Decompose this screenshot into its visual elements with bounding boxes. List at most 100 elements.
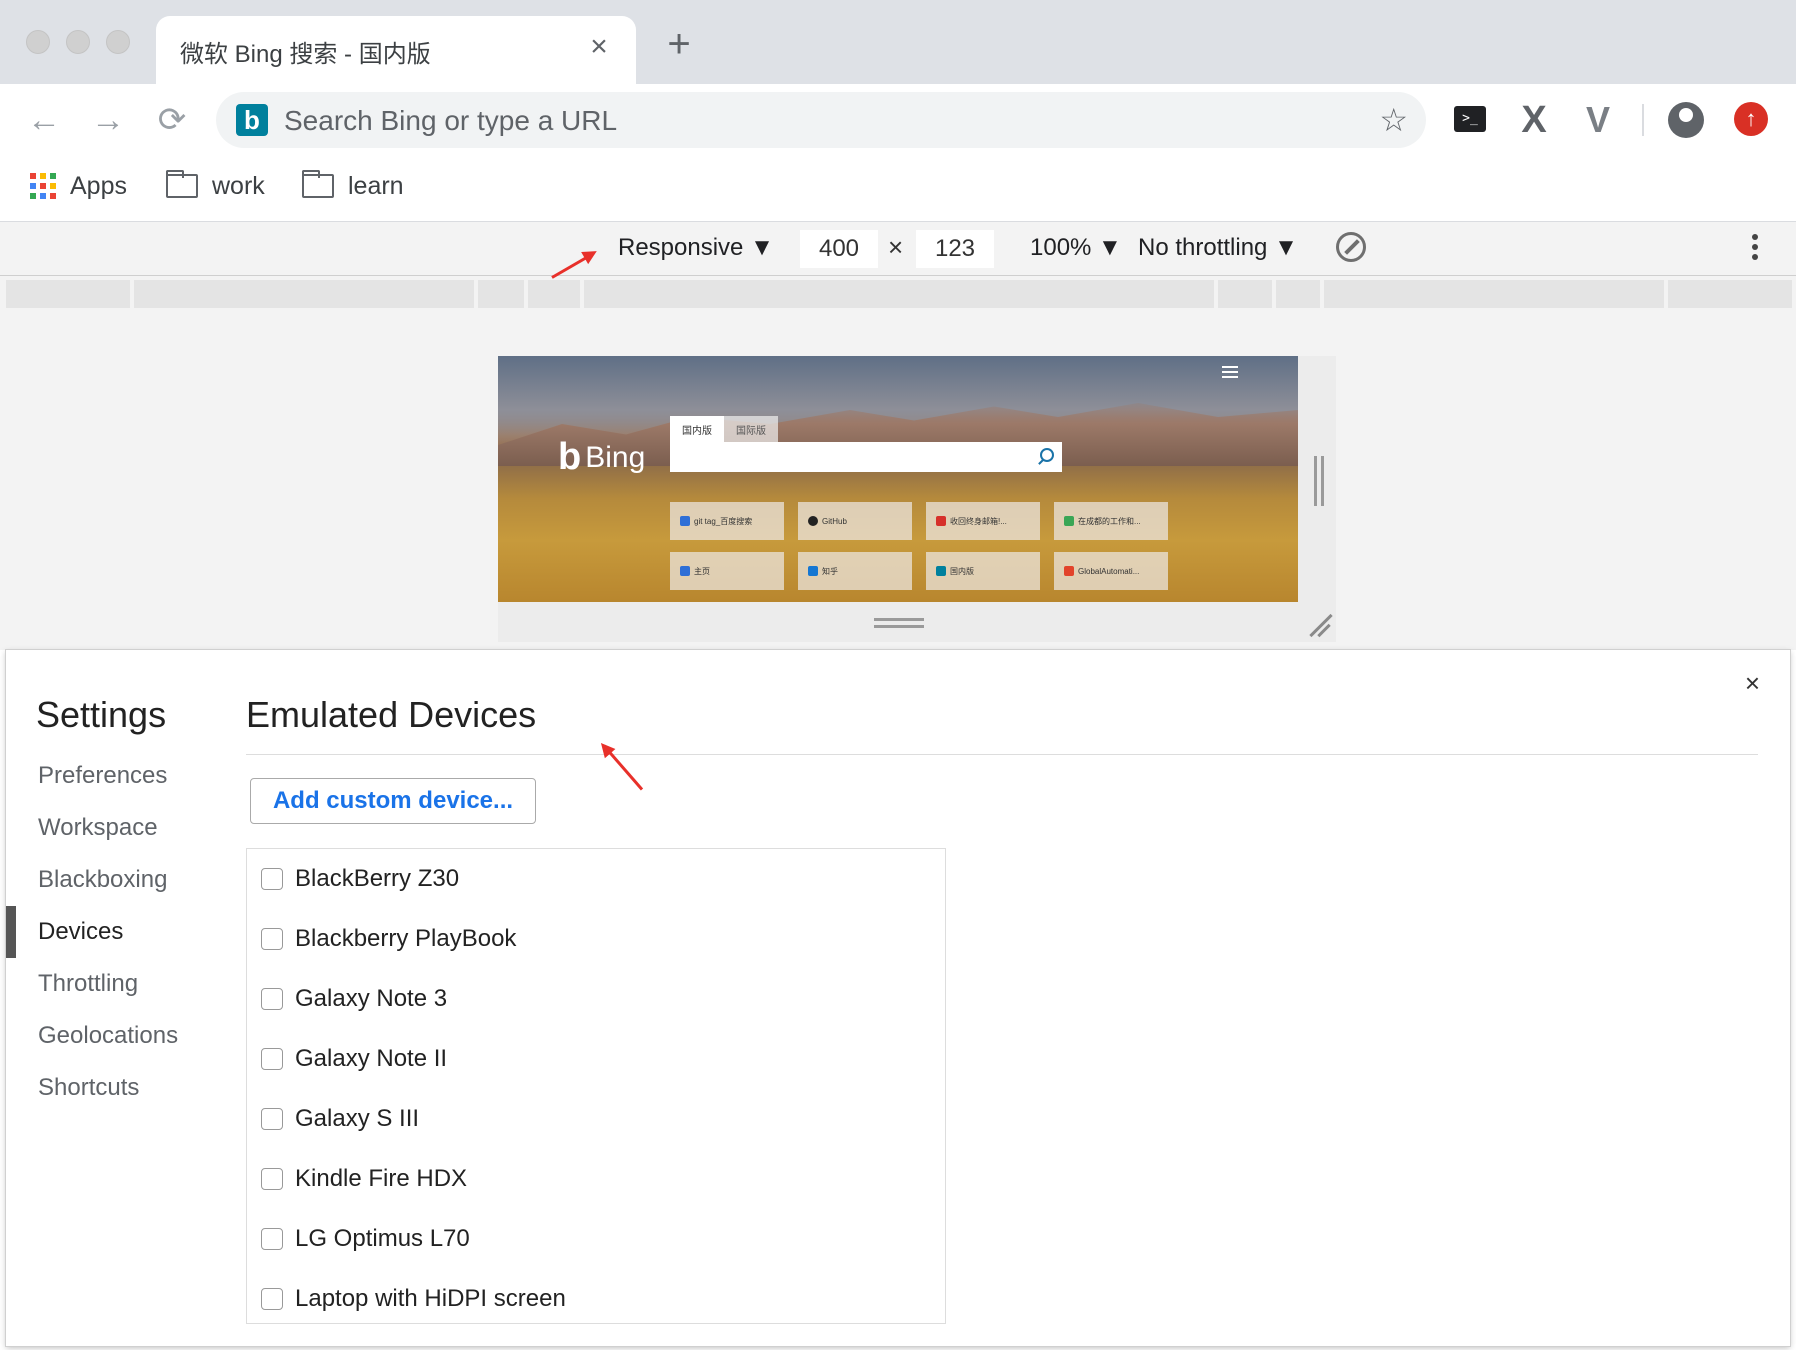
media-query-segment[interactable] bbox=[584, 280, 1214, 308]
throttling-select[interactable]: No throttling ▼ bbox=[1138, 234, 1298, 262]
terminal-icon[interactable]: >_ bbox=[1454, 106, 1486, 132]
device-item[interactable]: Blackberry PlayBook bbox=[247, 909, 945, 969]
device-checkbox[interactable] bbox=[261, 988, 283, 1010]
window-zoom-button[interactable] bbox=[106, 30, 130, 54]
quick-link[interactable]: GlobalAutomati... bbox=[1054, 552, 1168, 590]
update-icon[interactable]: ↑ bbox=[1734, 102, 1768, 136]
quick-link[interactable]: GitHub bbox=[798, 502, 912, 540]
quick-link[interactable]: 知乎 bbox=[798, 552, 912, 590]
quick-link-label: GlobalAutomati... bbox=[1078, 566, 1140, 576]
window-close-button[interactable] bbox=[26, 30, 50, 54]
bing-favicon-icon bbox=[936, 566, 946, 576]
device-item[interactable]: Galaxy Note 3 bbox=[247, 969, 945, 1029]
device-checkbox[interactable] bbox=[261, 868, 283, 890]
media-query-segment[interactable] bbox=[6, 280, 130, 308]
device-item[interactable]: Kindle Fire HDX bbox=[247, 1149, 945, 1209]
zhihu-icon bbox=[808, 566, 818, 576]
height-resize-handle[interactable] bbox=[874, 618, 924, 628]
bookmark-learn[interactable]: learn bbox=[302, 168, 404, 204]
window-minimize-button[interactable] bbox=[66, 30, 90, 54]
folder-icon bbox=[302, 170, 334, 198]
corner-resize-handle-icon[interactable] bbox=[1306, 612, 1332, 638]
device-select[interactable]: Responsive ▼ bbox=[618, 234, 774, 262]
nav-item-workspace[interactable]: Workspace bbox=[6, 802, 226, 854]
settings-panel: × Settings Preferences Workspace Blackbo… bbox=[6, 650, 1790, 1346]
gitlab-icon bbox=[1064, 566, 1074, 576]
media-query-segment[interactable] bbox=[1324, 280, 1664, 308]
media-query-segment[interactable] bbox=[1668, 280, 1792, 308]
more-options-icon[interactable] bbox=[1752, 234, 1760, 264]
width-input[interactable]: 400 bbox=[800, 230, 878, 268]
device-item[interactable]: Galaxy S III bbox=[247, 1089, 945, 1149]
device-list[interactable]: BlackBerry Z30 Blackberry PlayBook Galax… bbox=[246, 848, 946, 1324]
settings-nav: Preferences Workspace Blackboxing Device… bbox=[6, 750, 226, 1114]
search-icon[interactable] bbox=[1040, 448, 1054, 462]
rotate-icon[interactable] bbox=[1336, 232, 1366, 262]
active-tab[interactable]: 微软 Bing 搜索 - 国内版 × bbox=[156, 16, 636, 84]
profile-icon[interactable] bbox=[1668, 102, 1704, 138]
add-custom-device-button[interactable]: Add custom device... bbox=[250, 778, 536, 824]
quick-link[interactable]: 在成都的工作和... bbox=[1054, 502, 1168, 540]
device-checkbox[interactable] bbox=[261, 1228, 283, 1250]
close-icon[interactable]: × bbox=[1745, 668, 1760, 699]
device-label: Galaxy S III bbox=[295, 1105, 420, 1132]
vue-devtools-icon[interactable]: V bbox=[1580, 102, 1616, 138]
x-extension-icon[interactable]: X bbox=[1516, 101, 1552, 139]
reload-icon[interactable]: ⟳ bbox=[152, 100, 192, 140]
device-label: LG Optimus L70 bbox=[295, 1225, 470, 1252]
nav-item-throttling[interactable]: Throttling bbox=[6, 958, 226, 1010]
nav-item-preferences[interactable]: Preferences bbox=[6, 750, 226, 802]
forward-icon[interactable]: → bbox=[88, 100, 128, 140]
hamburger-menu-icon[interactable] bbox=[1222, 366, 1238, 378]
link-favicon-icon bbox=[936, 516, 946, 526]
divider bbox=[246, 754, 1758, 755]
device-checkbox[interactable] bbox=[261, 1168, 283, 1190]
bing-search-input[interactable] bbox=[670, 442, 1062, 472]
device-frame: b Bing 国内版 国际版 git tag_百度搜索 GitHub 收回终身邮… bbox=[498, 356, 1336, 642]
media-query-segment[interactable] bbox=[1218, 280, 1272, 308]
device-item[interactable]: LG Optimus L70 bbox=[247, 1209, 945, 1269]
device-label: Laptop with HiDPI screen bbox=[295, 1285, 566, 1312]
nav-item-devices[interactable]: Devices bbox=[6, 906, 226, 958]
bing-region-tabs: 国内版 国际版 bbox=[670, 416, 778, 442]
address-bar[interactable]: b Search Bing or type a URL ☆ bbox=[216, 92, 1426, 148]
device-item[interactable]: BlackBerry Z30 bbox=[247, 849, 945, 909]
quick-link[interactable]: 主页 bbox=[670, 552, 784, 590]
bing-logo-text: Bing bbox=[585, 440, 646, 474]
nav-item-geolocations[interactable]: Geolocations bbox=[6, 1010, 226, 1062]
media-query-segment[interactable] bbox=[478, 280, 524, 308]
media-query-segment[interactable] bbox=[528, 280, 580, 308]
zoom-select[interactable]: 100% ▼ bbox=[1030, 234, 1122, 262]
device-checkbox[interactable] bbox=[261, 1048, 283, 1070]
media-query-segment[interactable] bbox=[134, 280, 474, 308]
device-toolbar: Responsive ▼ 400 × 123 100% ▼ No throttl… bbox=[0, 222, 1796, 276]
quick-link-label: 收回终身邮箱!... bbox=[950, 516, 1007, 526]
bing-tab-international[interactable]: 国际版 bbox=[724, 416, 778, 442]
width-resize-handle[interactable] bbox=[1314, 456, 1324, 506]
quick-link[interactable]: git tag_百度搜索 bbox=[670, 502, 784, 540]
device-checkbox[interactable] bbox=[261, 1288, 283, 1310]
bookmark-work[interactable]: work bbox=[166, 168, 265, 204]
device-label: Galaxy Note II bbox=[295, 1045, 448, 1072]
quick-link-label: 知乎 bbox=[822, 566, 838, 576]
folder-icon bbox=[166, 170, 198, 198]
device-item[interactable]: Laptop with HiDPI screen bbox=[247, 1269, 945, 1323]
tab-close-icon[interactable]: × bbox=[584, 32, 614, 62]
section-title: Emulated Devices bbox=[246, 694, 537, 735]
quick-link[interactable]: 收回终身邮箱!... bbox=[926, 502, 1040, 540]
device-item[interactable]: Galaxy Note II bbox=[247, 1029, 945, 1089]
back-icon[interactable]: ← bbox=[24, 100, 64, 140]
bing-tab-domestic[interactable]: 国内版 bbox=[670, 416, 724, 442]
device-checkbox[interactable] bbox=[261, 928, 283, 950]
bookmark-star-icon[interactable]: ☆ bbox=[1379, 102, 1408, 138]
bookmark-apps[interactable]: Apps bbox=[30, 168, 127, 204]
nav-item-blackboxing[interactable]: Blackboxing bbox=[6, 854, 226, 906]
device-checkbox[interactable] bbox=[261, 1108, 283, 1130]
nav-item-shortcuts[interactable]: Shortcuts bbox=[6, 1062, 226, 1114]
media-query-segment[interactable] bbox=[1276, 280, 1320, 308]
address-bar-placeholder: Search Bing or type a URL bbox=[284, 105, 618, 136]
height-input[interactable]: 123 bbox=[916, 230, 994, 268]
new-tab-button[interactable]: + bbox=[664, 24, 694, 64]
quick-link[interactable]: 国内版 bbox=[926, 552, 1040, 590]
link-favicon-icon bbox=[680, 566, 690, 576]
